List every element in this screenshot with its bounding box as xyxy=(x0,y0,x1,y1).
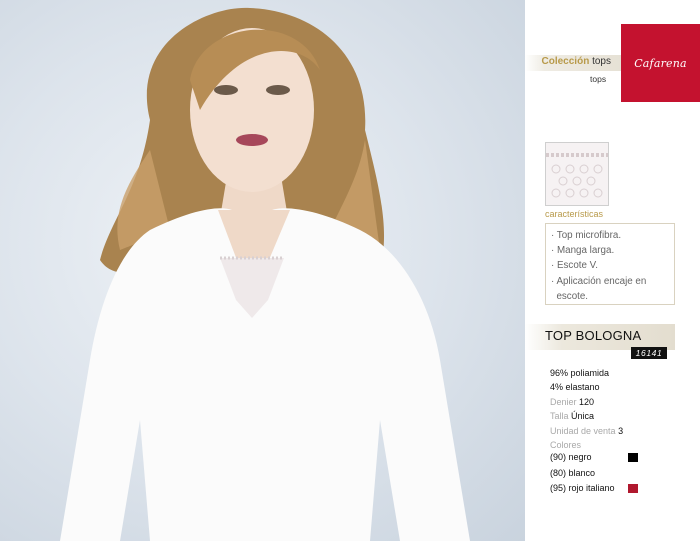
color-list: (90) negro (80) blanco (95) rojo italian… xyxy=(550,450,640,497)
talla-value: Única xyxy=(571,411,595,422)
unidad-value: 3 xyxy=(618,425,624,436)
talla-label: Talla xyxy=(550,411,569,422)
collection-band: Colección tops xyxy=(525,55,621,71)
unidad-label: Unidad de venta xyxy=(550,425,616,436)
collection-subtitle: tops xyxy=(590,74,607,84)
feature-item: · Top microfibra. xyxy=(551,230,622,241)
composition-2: 4% elastano xyxy=(550,382,600,393)
color-item-rojo: (95) rojo italiano xyxy=(550,481,640,497)
color-label: (80) blanco xyxy=(550,467,596,478)
feature-item: escote. xyxy=(551,290,589,302)
specs-list: 96% poliamida 4% elastano Denier 120 Tal… xyxy=(550,366,623,452)
product-name: TOP BOLOGNA xyxy=(545,328,642,343)
denier-value: 120 xyxy=(579,396,595,407)
model-illustration xyxy=(60,7,470,541)
denier-label: Denier xyxy=(550,396,577,407)
color-label: (90) negro xyxy=(550,452,592,462)
denier-row: Denier 120 xyxy=(550,395,623,409)
collection-label-dark: tops xyxy=(592,56,611,67)
features-title: características xyxy=(545,209,604,219)
feature-item: · Escote V. xyxy=(551,260,599,272)
brand-logo: Cafarena xyxy=(634,56,687,70)
talla-row: Talla Única xyxy=(550,409,623,423)
lace-pattern-icon xyxy=(546,143,608,205)
unidad-row: Unidad de venta 3 xyxy=(550,424,623,438)
collection-label: Colección tops xyxy=(542,56,611,67)
product-photo xyxy=(0,0,525,541)
product-ref: 16141 xyxy=(631,347,667,359)
color-label: (95) rojo italiano xyxy=(550,483,615,493)
features-list: · Top microfibra. · Manga larga. · Escot… xyxy=(551,228,646,304)
composition-1: 96% poliamida xyxy=(550,368,610,378)
color-chip-rojo xyxy=(628,484,638,493)
brand-logo-box: Cafarena xyxy=(621,24,700,102)
collection-label-gold: Colección xyxy=(541,56,590,67)
feature-item: · Manga larga. xyxy=(551,245,615,257)
feature-item: · Aplicación encaje en xyxy=(551,275,647,287)
color-chip-negro xyxy=(628,453,638,462)
color-item-negro: (90) negro xyxy=(550,450,640,466)
lace-detail-thumbnail xyxy=(545,142,609,206)
color-chip-blanco xyxy=(628,468,638,478)
color-item-blanco: (80) blanco xyxy=(550,466,640,482)
